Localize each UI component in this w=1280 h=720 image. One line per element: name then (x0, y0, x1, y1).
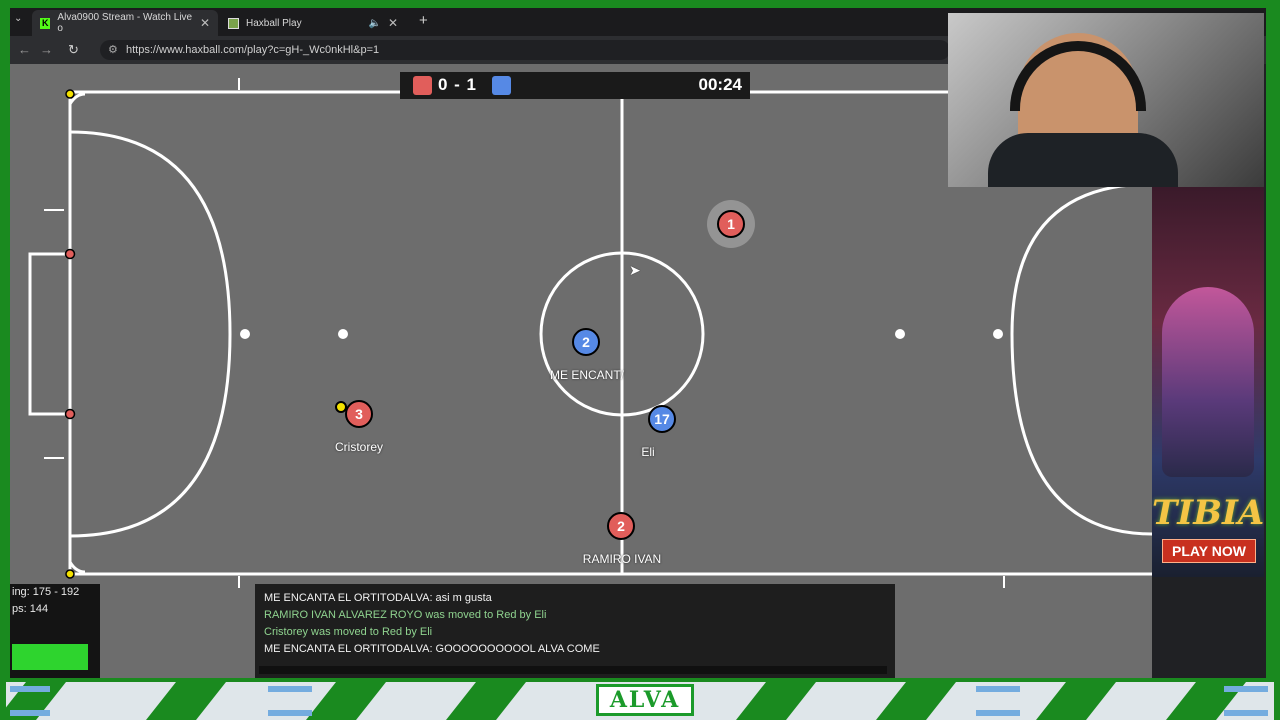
goal-post (64, 408, 76, 420)
player-name: Eli (641, 445, 655, 459)
network-stats: ing: 175 - 192 ps: 144 (10, 584, 100, 678)
chat-input[interactable] (259, 666, 887, 674)
player-name: ME ENCANT/ (549, 368, 625, 382)
chat-message: ME ENCANTA EL ORTITODALVA: asi m gusta (264, 592, 492, 604)
red-team-square (413, 76, 432, 95)
fps-readout: ps: 144 (12, 603, 49, 615)
advertisement[interactable]: TIBIA PLAY NOW (1152, 187, 1264, 577)
ad-character-image (1162, 287, 1254, 477)
close-tab-icon[interactable]: ✕ (200, 16, 210, 30)
reload-icon[interactable]: ↻ (68, 42, 79, 58)
kick-logo-icon: K (40, 17, 51, 29)
goal-post (64, 248, 76, 260)
webcam-feed (948, 13, 1264, 187)
player-disc: 3 (345, 400, 373, 428)
player-disc: 2 (607, 512, 635, 540)
new-tab-icon[interactable]: + (419, 12, 428, 29)
ping-readout: ing: 175 - 192 (12, 586, 80, 598)
tab-list-icon[interactable]: ⌄ (14, 13, 22, 24)
haxball-logo-icon (228, 17, 239, 29)
mouse-cursor-icon: ➤ (629, 262, 641, 278)
audio-icon[interactable]: 🔈 (368, 18, 380, 29)
ball (335, 401, 347, 413)
url-field[interactable]: ⚙ https://www.haxball.com/play?c=gH-_Wc0… (100, 40, 950, 60)
forward-icon[interactable]: → (40, 42, 53, 57)
back-icon[interactable]: ← (18, 42, 31, 57)
tab-title: Alva0900 Stream - Watch Live o (57, 12, 193, 34)
ad-brand: TIBIA (1152, 493, 1264, 533)
chat-message: ME ENCANTA EL ORTITODALVA: GOOOOOOOOOOL … (264, 643, 600, 655)
player-disc: 2 (572, 328, 600, 356)
alva-logo: ALVA (596, 684, 694, 716)
corner-post (65, 89, 75, 99)
ad-play-now-button[interactable]: PLAY NOW (1162, 539, 1256, 563)
tab-stream[interactable]: K Alva0900 Stream - Watch Live o ✕ (32, 10, 218, 36)
player-disc: 1 (717, 210, 745, 238)
tab-title: Haxball Play (246, 17, 302, 29)
score: 0 - 1 (438, 75, 478, 94)
player-name: RAMIRO IVAN (582, 552, 662, 566)
player-name: Cristorey (334, 440, 384, 454)
chat-panel: ME ENCANTA EL ORTITODALVA: asi m gusta R… (255, 584, 895, 678)
blue-team-square (492, 76, 511, 95)
player-disc: 17 (648, 405, 676, 433)
close-tab-icon[interactable]: ✕ (388, 16, 398, 30)
game-clock: 00:24 (698, 75, 742, 94)
shirt-image (988, 133, 1178, 187)
chat-message: RAMIRO IVAN ALVAREZ ROYO was moved to Re… (264, 609, 547, 621)
ping-graph (12, 644, 88, 670)
chat-message: Cristorey was moved to Red by Eli (264, 626, 433, 638)
headphones-image (1010, 41, 1146, 111)
site-settings-icon[interactable]: ⚙ (108, 43, 118, 56)
tab-haxball[interactable]: Haxball Play 🔈 ✕ (220, 10, 406, 36)
corner-post (65, 569, 75, 579)
url-text: https://www.haxball.com/play?c=gH-_Wc0nk… (126, 44, 380, 56)
scoreboard: 0 - 1 00:24 (400, 72, 750, 99)
